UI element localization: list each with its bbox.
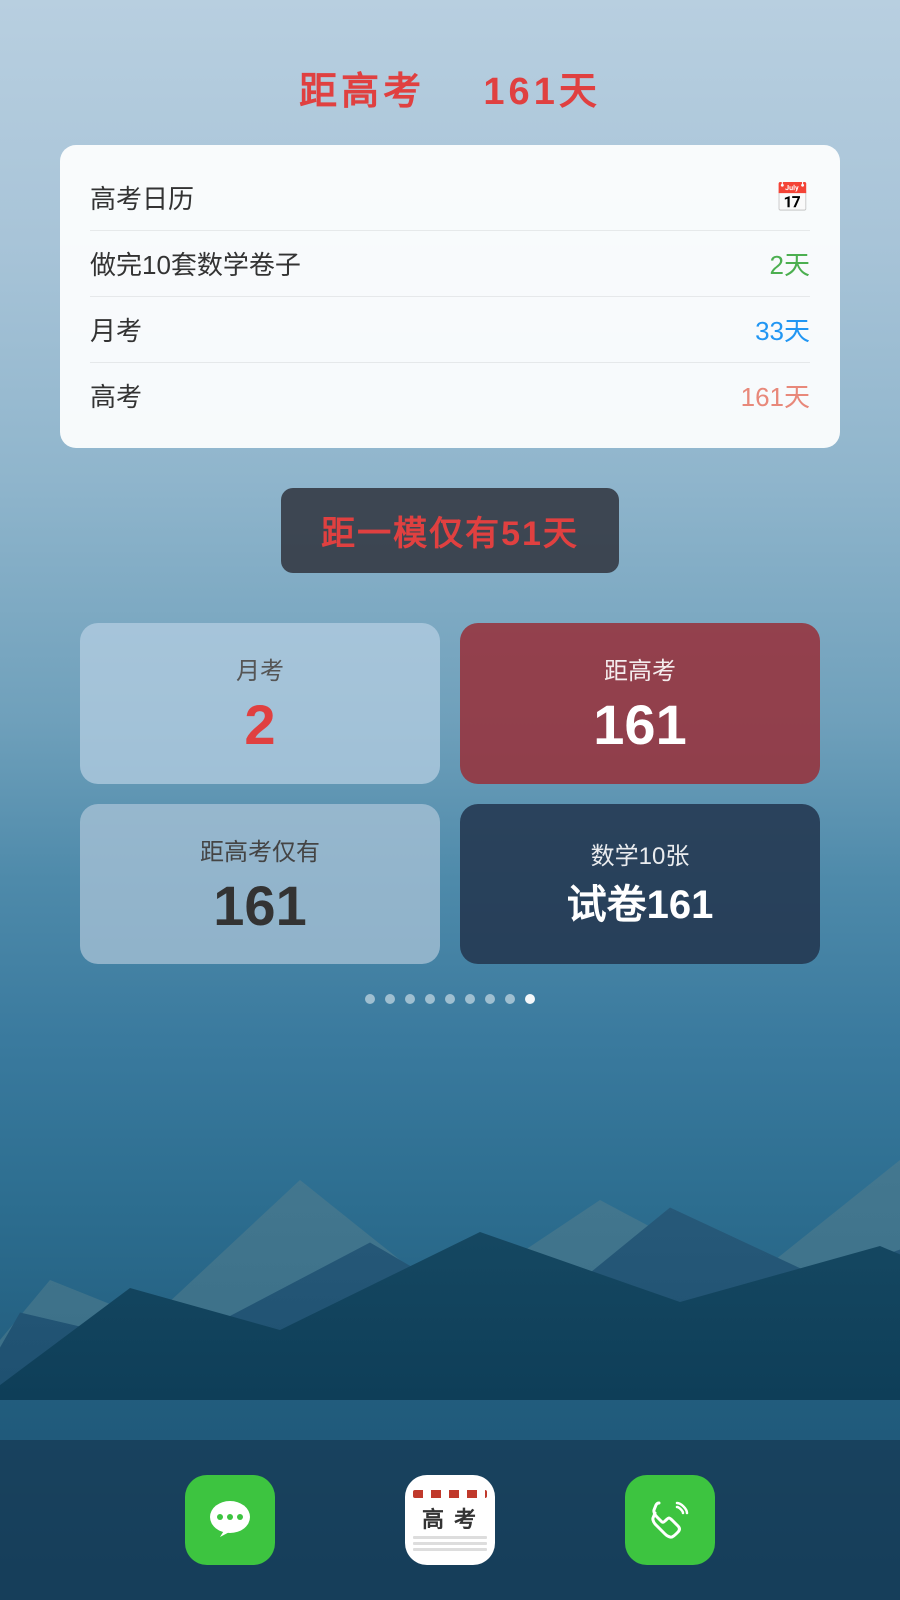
widget-ju-gao-kao-number: 161	[593, 694, 686, 756]
dot-5	[445, 994, 455, 1004]
calendar-icon: 📅	[775, 181, 810, 214]
widget-ju-gao-kao-jin-you-number: 161	[213, 875, 306, 937]
gaokao-app-text: 高 考	[422, 1502, 478, 1534]
messages-app-icon[interactable]	[185, 1475, 275, 1565]
phone-app-icon[interactable]	[625, 1475, 715, 1565]
card-header-row: 高考日历 📅	[90, 165, 810, 231]
gaokao-app-calendar-lines	[413, 1536, 487, 1551]
widget-yue-kao-label: 月考	[236, 651, 284, 686]
card-widget[interactable]: 高考日历 📅 做完10套数学卷子 2天 月考 33天 高考 161天	[60, 145, 840, 448]
widget-ju-gao-kao-jin-you[interactable]: 距高考仅有 161	[80, 804, 440, 965]
card-row-0-value: 2天	[770, 245, 810, 282]
card-row-0: 做完10套数学卷子 2天	[90, 231, 810, 297]
alert-banner: 距一模仅有51天	[281, 488, 619, 573]
dot-1	[365, 994, 375, 1004]
dot-6	[465, 994, 475, 1004]
widget-ju-gao-kao[interactable]: 距高考 161	[460, 623, 820, 784]
card-row-2-label: 高考	[90, 377, 142, 414]
top-countdown-label: 距高考	[299, 71, 425, 113]
widget-shuxue-number: 试卷161	[567, 879, 714, 931]
alert-banner-text: 距一模仅有51天	[321, 515, 579, 553]
dot-7	[485, 994, 495, 1004]
widget-yue-kao[interactable]: 月考 2	[80, 623, 440, 784]
card-row-0-label: 做完10套数学卷子	[90, 245, 301, 282]
widget-grid: 月考 2 距高考 161 距高考仅有 161 数学10张 试卷161	[80, 623, 820, 964]
card-row-1: 月考 33天	[90, 297, 810, 363]
phone-handset-icon	[645, 1495, 695, 1545]
card-row-2: 高考 161天	[90, 363, 810, 428]
card-title: 高考日历	[90, 179, 194, 216]
card-row-2-value: 161天	[741, 377, 810, 414]
page-dots	[365, 994, 535, 1004]
dot-8	[505, 994, 515, 1004]
widget-shuxue-label: 数学10张	[591, 836, 690, 871]
dot-4	[425, 994, 435, 1004]
dot-3	[405, 994, 415, 1004]
gaokao-app-icon[interactable]: 高 考	[405, 1475, 495, 1565]
gaokao-app-top-bar	[413, 1490, 487, 1498]
top-countdown-text: 距高考 161天	[299, 60, 601, 115]
card-row-1-value: 33天	[755, 311, 810, 348]
main-content: 距高考 161天 高考日历 📅 做完10套数学卷子 2天 月考 33天 高考 1…	[0, 0, 900, 1600]
widget-ju-gao-kao-label: 距高考	[604, 651, 676, 686]
widget-yue-kao-number: 2	[244, 694, 275, 756]
card-row-1-label: 月考	[90, 311, 142, 348]
widget-shuxue[interactable]: 数学10张 试卷161	[460, 804, 820, 965]
dock: 高 考	[0, 1440, 900, 1600]
messages-bubble-icon	[205, 1495, 255, 1545]
dot-2	[385, 994, 395, 1004]
dot-9-active	[525, 994, 535, 1004]
widget-ju-gao-kao-jin-you-label: 距高考仅有	[200, 832, 320, 867]
top-countdown-days: 161天	[483, 71, 600, 113]
